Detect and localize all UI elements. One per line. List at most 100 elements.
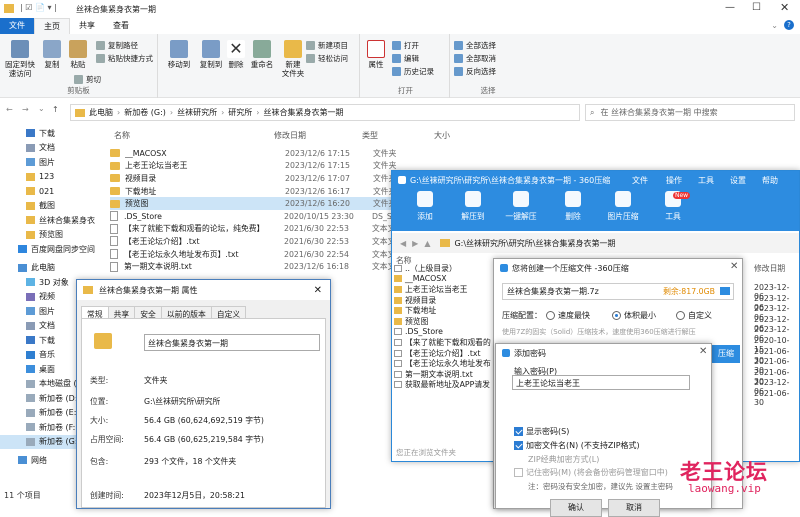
nav-screenshots[interactable]: 截图 bbox=[0, 199, 104, 214]
maximize-button[interactable]: ☐ bbox=[752, 2, 761, 13]
close-button[interactable]: ✕ bbox=[780, 1, 789, 14]
password-close-button[interactable]: ✕ bbox=[699, 346, 707, 357]
file-row[interactable]: 【来了就能下载和观看的论坛，纯免费】 2021/6/30 22:53 文本文档 bbox=[110, 223, 403, 236]
qat-bar[interactable]: | ☑ 📄 ▾ | bbox=[20, 3, 57, 12]
nav-123[interactable]: 123 bbox=[0, 170, 104, 185]
file-row[interactable]: 【老王论坛介绍】.txt 2021/6/30 22:53 文本文档 bbox=[110, 235, 403, 248]
zip-list-item[interactable]: ..（上级目录） bbox=[394, 263, 494, 274]
copy-button[interactable]: 复制 bbox=[40, 40, 64, 69]
nav-pictures[interactable]: 图片 bbox=[0, 155, 104, 170]
breadcrumb-0[interactable]: 此电脑 bbox=[89, 107, 113, 118]
easy-access-button[interactable]: 轻松访问 bbox=[306, 53, 348, 64]
nav-documents[interactable]: 文档 bbox=[0, 141, 104, 156]
nav-preview[interactable]: 预览图 bbox=[0, 228, 104, 243]
copy-path-button[interactable]: 复制路径 bbox=[96, 40, 138, 51]
menu-help[interactable]: 帮助 bbox=[762, 175, 778, 186]
file-row[interactable]: .DS_Store2020/10/15 23:30DS_STOR bbox=[110, 210, 408, 223]
file-row[interactable]: 预览图 2023/12/6 16:20 文件夹 bbox=[110, 197, 397, 210]
forward-icon[interactable]: → bbox=[22, 105, 29, 114]
col-name[interactable]: 名称 bbox=[114, 130, 130, 141]
paste-button[interactable]: 粘贴 bbox=[66, 40, 90, 69]
tab-view[interactable]: 查看 bbox=[104, 18, 138, 34]
nav-this-pc[interactable]: 此电脑 bbox=[0, 261, 104, 276]
folder-icon[interactable] bbox=[720, 287, 730, 295]
file-row[interactable]: 上老王论坛当老王 2023/12/6 17:15 文件夹 bbox=[110, 160, 396, 173]
breadcrumb-3[interactable]: 研究所 bbox=[228, 107, 252, 118]
file-row[interactable]: __MACOSX 2023/12/6 17:15 文件夹 bbox=[110, 147, 396, 160]
zip-legacy-option[interactable]: ZIP经典加密方式(L) bbox=[528, 454, 599, 465]
folder-name-input[interactable]: 丝袜合集紧身衣第一期 bbox=[144, 334, 320, 351]
zip-list-item[interactable]: 视频目录 bbox=[394, 295, 494, 306]
image-compress-button[interactable]: 图片压缩 bbox=[600, 191, 646, 222]
cut-button[interactable]: 剪切 bbox=[74, 74, 101, 85]
zip-col-date[interactable]: 修改日期 bbox=[754, 263, 785, 274]
col-date[interactable]: 修改日期 bbox=[274, 130, 306, 141]
menu-action[interactable]: 操作 bbox=[666, 175, 682, 186]
minimize-button[interactable]: — bbox=[725, 2, 735, 13]
help-icon[interactable]: ? bbox=[784, 20, 794, 30]
archive-name-input[interactable]: 丝袜合集紧身衣第一期.7z 剩余:817.0GB bbox=[502, 283, 734, 300]
one-click-extract-button[interactable]: 一键解压 bbox=[498, 191, 544, 222]
file-row[interactable]: 下载地址 2023/12/6 16:17 文件夹 bbox=[110, 185, 396, 198]
up-icon[interactable]: ↑ bbox=[52, 105, 59, 114]
file-row[interactable]: 【老王论坛永久地址发布页】.txt 2021/6/30 22:54 文本文档 bbox=[110, 248, 403, 261]
select-none-button[interactable]: 全部取消 bbox=[454, 53, 496, 64]
zip-delete-button[interactable]: 删除 bbox=[550, 191, 596, 222]
new-item-button[interactable]: 新建项目 bbox=[306, 40, 348, 51]
show-password-checkbox[interactable]: 显示密码(S) bbox=[514, 426, 569, 437]
invert-selection-button[interactable]: 反向选择 bbox=[454, 66, 496, 77]
back-icon[interactable]: ← bbox=[6, 105, 13, 114]
encrypt-names-checkbox[interactable]: 加密文件名(N) (不支持ZIP格式) bbox=[514, 440, 640, 451]
pin-button[interactable]: 固定到快 速访问 bbox=[4, 40, 36, 78]
zip-list-item[interactable]: __MACOSX bbox=[394, 274, 494, 285]
zip-list-item[interactable]: .DS_Store bbox=[394, 327, 494, 338]
paste-shortcut-button[interactable]: 粘贴快捷方式 bbox=[96, 53, 153, 64]
tab-share[interactable]: 共享 bbox=[70, 18, 104, 34]
zip-list-item[interactable]: 下载地址 bbox=[394, 305, 494, 316]
open-button[interactable]: 打开 bbox=[392, 40, 419, 51]
properties-button[interactable]: 属性 bbox=[364, 40, 388, 69]
forward-icon[interactable]: ▶ bbox=[412, 239, 418, 248]
nav-021[interactable]: 021 bbox=[0, 184, 104, 199]
add-button[interactable]: 添加 bbox=[402, 191, 448, 222]
properties-close-button[interactable]: ✕ bbox=[314, 285, 322, 296]
extract-to-button[interactable]: 解压到 bbox=[450, 191, 496, 222]
password-input[interactable]: 上老王论坛当老王 bbox=[512, 375, 690, 390]
delete-button[interactable]: ✕ 删除 bbox=[222, 40, 250, 69]
zip-list-item[interactable]: 预览图 bbox=[394, 316, 494, 327]
nav-downloads[interactable]: 下载 bbox=[0, 126, 104, 141]
zip-list-item[interactable]: 【老王论坛介绍】.txt bbox=[394, 348, 494, 359]
zip-list-item[interactable]: 【来了就能下载和观看的 bbox=[394, 337, 494, 348]
move-to-button[interactable]: 移动到 bbox=[164, 40, 194, 69]
recent-icon[interactable]: ⌄ bbox=[38, 104, 45, 113]
zip-path[interactable]: G:\丝袜研究所\研究所\丝袜合集紧身衣第一期 bbox=[454, 238, 615, 249]
breadcrumb-1[interactable]: 新加卷 (G:) bbox=[124, 107, 166, 118]
start-compress-button[interactable]: 压缩 bbox=[712, 345, 740, 363]
zip-list-item[interactable]: 【老王论坛永久地址发布 bbox=[394, 358, 494, 369]
breadcrumb-2[interactable]: 丝袜研究所 bbox=[177, 107, 217, 118]
tab-file[interactable]: 文件 bbox=[0, 18, 34, 34]
up-icon[interactable]: ▲ bbox=[424, 239, 430, 248]
file-row[interactable]: 视频目录 2023/12/6 17:07 文件夹 bbox=[110, 172, 396, 185]
zip-list-item[interactable]: 获取最新地址及APP请发 bbox=[394, 380, 494, 391]
opt-fast[interactable]: 速度最快 bbox=[546, 310, 590, 321]
edit-button[interactable]: 编辑 bbox=[392, 53, 419, 64]
opt-small[interactable]: 体积最小 bbox=[612, 310, 656, 321]
back-icon[interactable]: ◀ bbox=[400, 239, 406, 248]
breadcrumb-4[interactable]: 丝袜合集紧身衣第一期 bbox=[264, 107, 344, 118]
nav-baidu[interactable]: 百度网盘同步空间 bbox=[0, 242, 104, 257]
nav-collection[interactable]: 丝袜合集紧身衣 bbox=[0, 213, 104, 228]
create-close-button[interactable]: ✕ bbox=[730, 261, 738, 272]
history-button[interactable]: 历史记录 bbox=[392, 66, 434, 77]
ok-button[interactable]: 确认 bbox=[550, 499, 602, 517]
remember-password-checkbox[interactable]: 记住密码(M) (将会备份密码管理窗口中) bbox=[514, 467, 668, 478]
rename-button[interactable]: 重命名 bbox=[248, 40, 276, 69]
tab-home[interactable]: 主页 bbox=[34, 18, 70, 34]
col-size[interactable]: 大小 bbox=[434, 130, 450, 141]
search-input[interactable]: ⌕ 在 丝袜合集紧身衣第一期 中搜索 bbox=[585, 104, 795, 121]
col-type[interactable]: 类型 bbox=[362, 130, 378, 141]
zip-list-item[interactable]: 上老王论坛当老王 bbox=[394, 284, 494, 295]
select-all-button[interactable]: 全部选择 bbox=[454, 40, 496, 51]
chevron-down-icon[interactable]: ⌄ bbox=[771, 21, 778, 30]
file-row[interactable]: 第一期文本说明.txt 2023/12/6 16:18 文本文档 bbox=[110, 260, 403, 273]
